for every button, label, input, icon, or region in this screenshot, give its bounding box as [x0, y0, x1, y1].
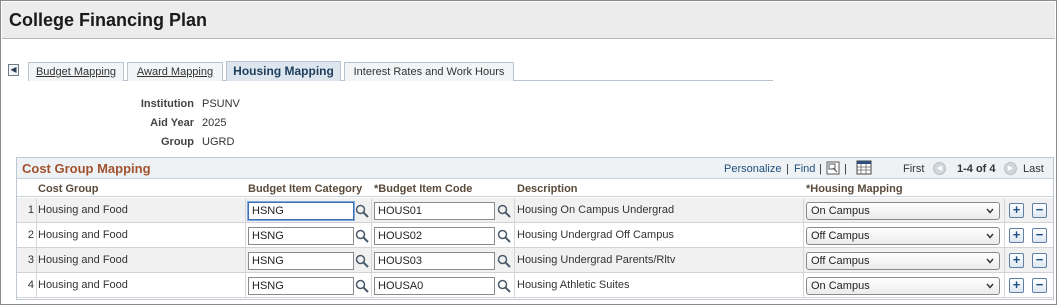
chevron-down-icon — [986, 208, 994, 214]
search-icon[interactable] — [497, 279, 511, 293]
institution-label: Institution — [140, 98, 194, 110]
cost-group-cell: Housing and Food — [38, 229, 128, 241]
delete-row-button[interactable]: − — [1032, 203, 1047, 218]
first-label: First — [903, 163, 925, 175]
separator: | — [786, 163, 789, 175]
cost-group-mapping-grid: Cost Group Mapping Personalize | Find | … — [16, 157, 1054, 300]
tab-strip: ◀ Budget Mapping Award Mapping Housing M… — [8, 61, 773, 81]
cost-group-cell: Housing and Food — [38, 204, 128, 216]
chevron-down-icon — [986, 233, 994, 239]
search-icon[interactable] — [497, 254, 511, 268]
budget-item-code-input[interactable] — [374, 277, 495, 295]
tab-award-mapping[interactable]: Award Mapping — [127, 62, 223, 81]
chevron-down-icon — [986, 258, 994, 264]
housing-mapping-select[interactable]: On Campus — [806, 277, 1000, 295]
selected-value: On Campus — [811, 205, 870, 217]
grid-header: Cost Group Mapping Personalize | Find | … — [17, 158, 1053, 179]
housing-mapping-select[interactable]: On Campus — [806, 202, 1000, 220]
tab-label: Interest Rates and Work Hours — [353, 66, 505, 78]
housing-mapping-select[interactable]: Off Campus — [806, 252, 1000, 270]
tab-label: Housing Mapping — [233, 64, 334, 78]
cost-group-cell: Housing and Food — [38, 254, 128, 266]
personalize-link[interactable]: Personalize — [724, 163, 781, 175]
selected-value: Off Campus — [811, 230, 870, 242]
search-icon[interactable] — [355, 279, 369, 293]
search-icon[interactable] — [497, 229, 511, 243]
zoom-icon[interactable] — [826, 161, 840, 175]
table-row: 1 Housing and Food Housing On Campus Und… — [17, 198, 1053, 223]
table-row: 2 Housing and Food Housing Undergrad Off… — [17, 223, 1053, 248]
budget-item-category-input[interactable] — [248, 202, 354, 220]
page-frame: College Financing Plan ◀ Budget Mapping … — [0, 0, 1057, 305]
row-range: 1-4 of 4 — [957, 163, 996, 175]
cost-group-cell: Housing and Food — [38, 279, 128, 291]
description-cell: Housing Undergrad Parents/Rltv — [517, 254, 676, 266]
institution-value: PSUNV — [202, 98, 240, 110]
grid-title: Cost Group Mapping — [22, 161, 151, 176]
budget-item-code-input[interactable] — [374, 202, 495, 220]
tab-label: Award Mapping — [136, 66, 214, 78]
description-cell: Housing Athletic Suites — [517, 279, 630, 291]
group-label: Group — [161, 136, 194, 148]
housing-mapping-select[interactable]: Off Campus — [806, 227, 1000, 245]
chevron-down-icon — [986, 283, 994, 289]
separator: | — [819, 163, 822, 175]
selected-value: On Campus — [811, 280, 870, 292]
aid-year-value: 2025 — [202, 117, 227, 129]
row-number: 3 — [27, 254, 34, 266]
row-number: 2 — [27, 229, 34, 241]
budget-item-code-input[interactable] — [374, 252, 495, 270]
add-row-button[interactable]: + — [1009, 203, 1024, 218]
search-icon[interactable] — [497, 204, 511, 218]
add-row-button[interactable]: + — [1009, 253, 1024, 268]
row-number: 1 — [27, 204, 34, 216]
budget-item-category-input[interactable] — [248, 277, 354, 295]
tab-housing-mapping[interactable]: Housing Mapping — [226, 61, 341, 81]
search-icon[interactable] — [355, 229, 369, 243]
selected-value: Off Campus — [811, 255, 870, 267]
budget-item-category-input[interactable] — [248, 252, 354, 270]
table-row: 4 Housing and Food Housing Athletic Suit… — [17, 273, 1053, 298]
tab-interest-rates-work-hours[interactable]: Interest Rates and Work Hours — [344, 62, 514, 81]
column-header-housing-mapping: *Housing Mapping — [806, 183, 903, 195]
find-link[interactable]: Find — [794, 163, 815, 175]
delete-row-button[interactable]: − — [1032, 228, 1047, 243]
aid-year-label: Aid Year — [150, 117, 194, 129]
delete-row-button[interactable]: − — [1032, 278, 1047, 293]
column-header-description: Description — [517, 183, 578, 195]
search-icon[interactable] — [355, 204, 369, 218]
chevron-left-icon[interactable]: ◀ — [933, 162, 946, 175]
budget-item-code-input[interactable] — [374, 227, 495, 245]
title-bar: College Financing Plan — [2, 2, 1055, 39]
chevron-right-icon[interactable]: ▶ — [1004, 162, 1017, 175]
row-number: 4 — [27, 279, 34, 291]
spreadsheet-icon[interactable] — [856, 160, 872, 175]
delete-row-button[interactable]: − — [1032, 253, 1047, 268]
tab-scroll-left-icon[interactable]: ◀ — [8, 64, 19, 76]
last-label: Last — [1023, 163, 1044, 175]
search-icon[interactable] — [355, 254, 369, 268]
column-header-cost-group: Cost Group — [38, 183, 99, 195]
tab-budget-mapping[interactable]: Budget Mapping — [28, 62, 124, 81]
column-header-budget-item-code: *Budget Item Code — [374, 183, 473, 195]
add-row-button[interactable]: + — [1009, 228, 1024, 243]
separator: | — [844, 163, 847, 175]
table-row: 3 Housing and Food Housing Undergrad Par… — [17, 248, 1053, 273]
group-value: UGRD — [202, 136, 235, 148]
description-cell: Housing On Campus Undergrad — [517, 204, 675, 216]
page-title: College Financing Plan — [9, 10, 208, 30]
tab-label: Budget Mapping — [35, 66, 117, 78]
column-header-budget-item-category: Budget Item Category — [248, 183, 363, 195]
add-row-button[interactable]: + — [1009, 278, 1024, 293]
description-cell: Housing Undergrad Off Campus — [517, 229, 674, 241]
budget-item-category-input[interactable] — [248, 227, 354, 245]
